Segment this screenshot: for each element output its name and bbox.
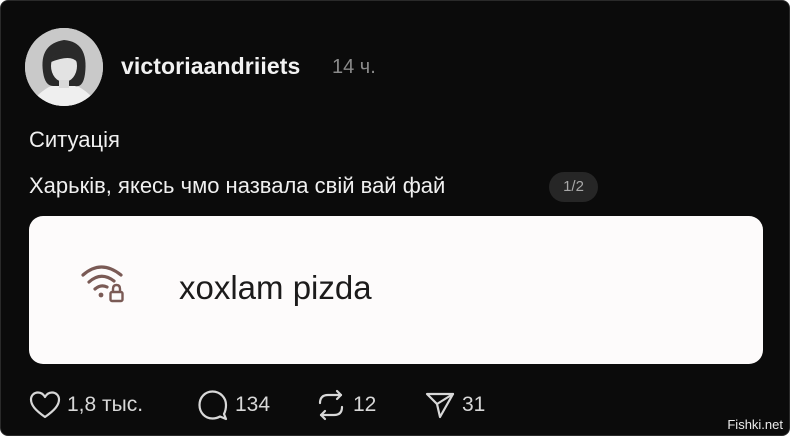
username[interactable]: victoriaandriiets (121, 53, 300, 80)
comment-count: 134 (235, 393, 271, 416)
heart-icon (29, 391, 61, 419)
repost-icon (318, 389, 344, 421)
like-count: 1,8 тыс. (67, 393, 144, 416)
avatar[interactable] (25, 28, 103, 106)
post-text-line-1: Ситуація (29, 127, 120, 152)
repost-count: 12 (353, 393, 377, 416)
wifi-network-name: xoxlam pizda (179, 269, 372, 306)
repost-button[interactable]: 12 (315, 389, 376, 421)
post-text-line-2: Харьків, якесь чмо назвала свій вай фай (29, 173, 446, 198)
comment-button[interactable]: 134 (197, 389, 270, 421)
send-icon (425, 392, 455, 419)
share-count: 31 (462, 393, 486, 416)
watermark: Fishki.net (727, 417, 783, 432)
comment-icon (198, 390, 228, 421)
post-card: victoriaandriiets 14 ч. Ситуація Харьків… (0, 0, 790, 436)
share-button[interactable]: 31 (424, 389, 485, 421)
media-pager-badge: 1/2 (549, 172, 598, 202)
timestamp: 14 ч. (332, 56, 376, 78)
like-button[interactable]: 1,8 тыс. (29, 389, 143, 421)
media-image[interactable] (29, 216, 763, 364)
wifi-lock-icon (79, 261, 129, 307)
